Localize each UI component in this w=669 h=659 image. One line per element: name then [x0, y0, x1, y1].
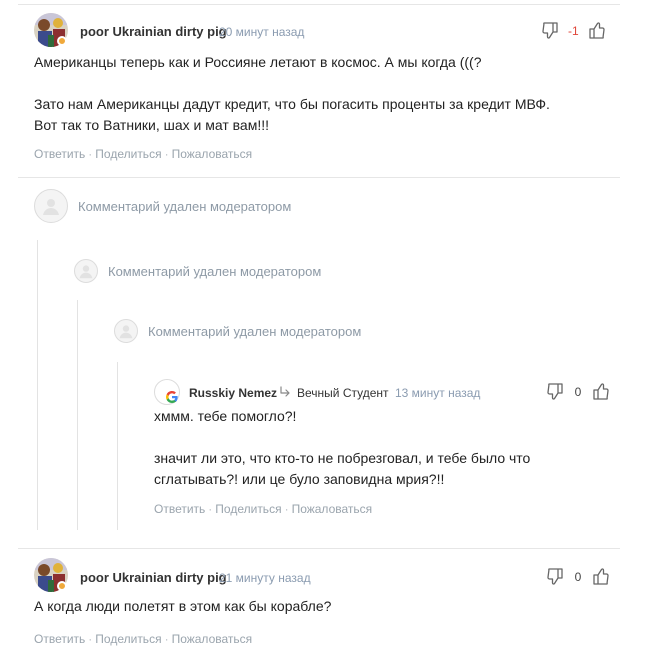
- comment-actions: Ответить · Поделиться · Пожаловаться: [34, 632, 252, 646]
- comment-author[interactable]: poor Ukrainian dirty pig: [80, 24, 227, 39]
- user-placeholder-icon: [34, 189, 68, 223]
- comment-actions: Ответить · Поделиться · Пожаловаться: [34, 147, 252, 161]
- reply-link[interactable]: Ответить: [154, 502, 205, 516]
- thumbs-down-icon[interactable]: [542, 22, 558, 39]
- deleted-comment: Комментарий удален модератором: [114, 319, 361, 343]
- report-link[interactable]: Пожаловаться: [292, 502, 373, 516]
- separator: ·: [164, 632, 169, 646]
- google-icon: [165, 390, 179, 404]
- user-placeholder-icon: [114, 319, 138, 343]
- separator: ·: [284, 502, 289, 516]
- separator: ·: [88, 147, 93, 161]
- badge-icon: [57, 581, 67, 591]
- divider: [18, 177, 620, 178]
- reply-to-user[interactable]: Вечный Студент: [297, 386, 389, 400]
- share-link[interactable]: Поделиться: [95, 147, 161, 161]
- deleted-label: Комментарий удален модератором: [78, 198, 292, 214]
- report-link[interactable]: Пожаловаться: [172, 147, 253, 161]
- vote-controls: 0: [547, 383, 609, 400]
- vote-score: -1: [568, 23, 579, 38]
- vote-controls: -1: [542, 22, 605, 39]
- share-link[interactable]: Поделиться: [215, 502, 281, 516]
- share-link[interactable]: Поделиться: [95, 632, 161, 646]
- separator: ·: [88, 632, 93, 646]
- reply-link[interactable]: Ответить: [34, 632, 85, 646]
- separator: ·: [164, 147, 169, 161]
- thumbs-up-icon[interactable]: [589, 22, 605, 39]
- thumbs-down-icon[interactable]: [547, 383, 563, 400]
- thumbs-up-icon[interactable]: [593, 568, 609, 585]
- comment-time[interactable]: 20 минут назад: [219, 25, 304, 39]
- deleted-label: Комментарий удален модератором: [108, 263, 322, 279]
- report-link[interactable]: Пожаловаться: [172, 632, 253, 646]
- badge-icon: [57, 36, 67, 46]
- separator: ·: [208, 502, 213, 516]
- comment-body: Американцы теперь как и Россияне летают …: [34, 54, 550, 133]
- thumbs-down-icon[interactable]: [547, 568, 563, 585]
- reply-arrow-icon: [279, 385, 291, 403]
- vote-controls: 0: [547, 568, 609, 585]
- comment-actions: Ответить · Поделиться · Пожаловаться: [154, 502, 372, 516]
- vote-score: 0: [574, 569, 582, 584]
- comment-time[interactable]: 13 минут назад: [395, 386, 480, 400]
- comment-author[interactable]: Russkiy Nemez: [189, 386, 277, 400]
- thread-line: [37, 240, 38, 530]
- deleted-comment: Комментарий удален модератором: [74, 259, 321, 283]
- user-placeholder-icon: [74, 259, 98, 283]
- comment-body: хммм. тебе помогло?! значит ли это, что …: [154, 408, 531, 487]
- divider: [18, 548, 620, 549]
- thread-line: [117, 362, 118, 530]
- comment-time[interactable]: 21 минуту назад: [219, 571, 311, 585]
- thread-line: [77, 300, 78, 530]
- deleted-comment: Комментарий удален модератором: [34, 189, 291, 223]
- deleted-label: Комментарий удален модератором: [148, 323, 362, 339]
- reply-link[interactable]: Ответить: [34, 147, 85, 161]
- divider: [18, 4, 620, 5]
- thumbs-up-icon[interactable]: [593, 383, 609, 400]
- comment-body: А когда люди полетят в этом как бы кораб…: [34, 598, 332, 614]
- comment-author[interactable]: poor Ukrainian dirty pig: [80, 570, 227, 585]
- vote-score: 0: [574, 384, 582, 399]
